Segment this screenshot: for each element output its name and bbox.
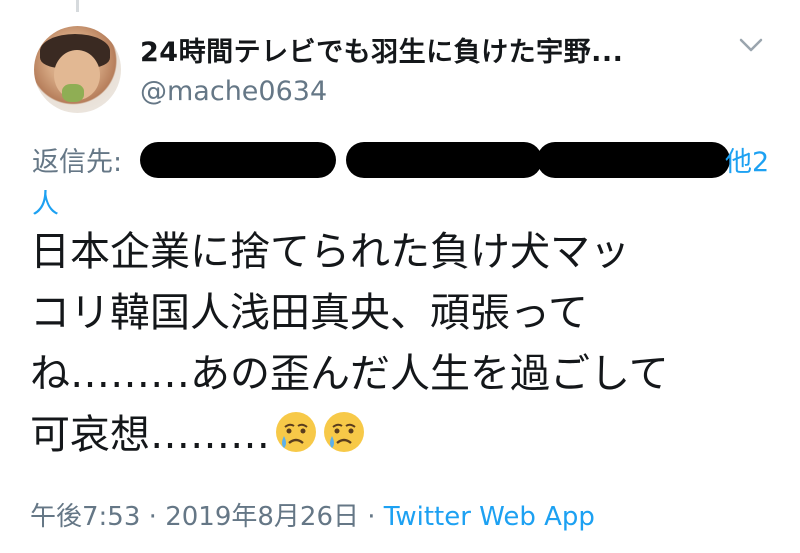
crying-face-emoji-icon xyxy=(324,412,364,452)
tweet-date[interactable]: 2019年8月26日 xyxy=(165,502,359,532)
display-name[interactable]: 24時間テレビでも羽生に負けた宇野... xyxy=(140,30,623,69)
tweet-text: 日本企業に捨てられた負け犬マッ コリ韓国人浅田真央、頑張って ね………あの歪んだ… xyxy=(30,222,770,466)
reply-label: 返信先: xyxy=(32,147,123,178)
redacted-username xyxy=(537,142,730,178)
reply-others-link[interactable]: 他2 xyxy=(725,140,769,179)
redacted-username xyxy=(140,142,336,178)
redacted-username xyxy=(346,142,542,178)
tweet-metadata: 午後7:53 · 2019年8月26日 · Twitter Web App xyxy=(30,496,595,533)
meta-separator: · xyxy=(367,502,376,532)
meta-separator: · xyxy=(148,502,157,532)
tweet-source-link[interactable]: Twitter Web App xyxy=(384,502,595,532)
tweet-time[interactable]: 午後7:53 xyxy=(30,502,140,532)
top-divider-mark xyxy=(76,0,79,12)
crying-face-emoji-icon xyxy=(276,412,316,452)
chevron-down-icon[interactable] xyxy=(739,37,763,53)
reply-to-line: 返信先: 他2 人 xyxy=(32,140,772,220)
avatar[interactable] xyxy=(34,26,121,113)
reply-others-suffix[interactable]: 人 xyxy=(32,182,59,221)
user-handle[interactable]: @mache0634 xyxy=(140,76,327,107)
avatar-hand xyxy=(62,84,84,102)
